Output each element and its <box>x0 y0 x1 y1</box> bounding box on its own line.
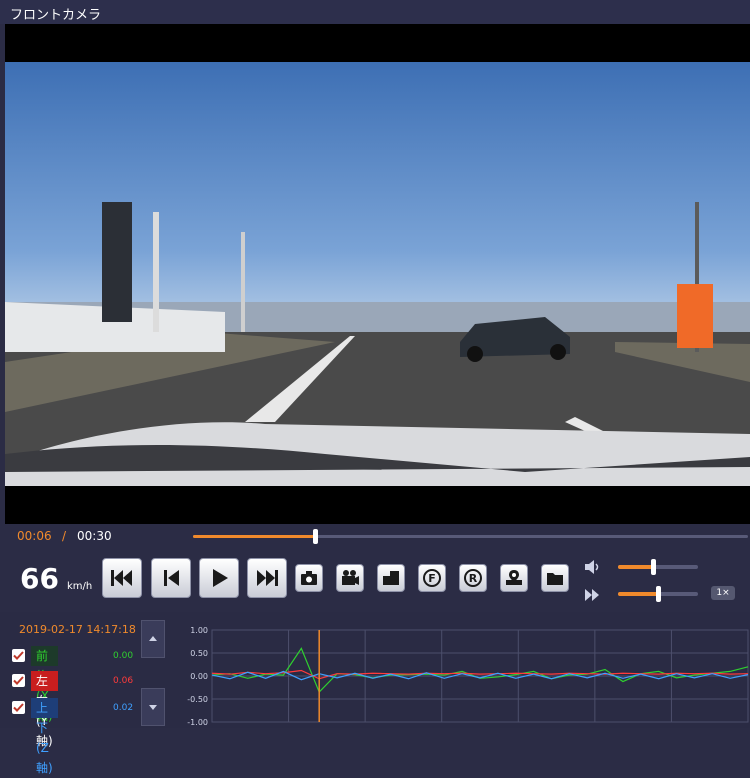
checkmark-icon <box>13 676 24 685</box>
total-time: 00:30 <box>77 529 112 543</box>
current-time: 00:06 <box>17 529 52 543</box>
speed-value: 66 <box>20 562 59 595</box>
checkmark-icon <box>13 703 24 712</box>
scroll-up-button[interactable] <box>141 620 165 658</box>
axis-y-label: 左右(Y軸) <box>31 671 58 748</box>
axis-z-label: 上下(Z軸) <box>31 698 58 775</box>
playback-speed-fill <box>618 592 658 596</box>
g-sensor-chart[interactable]: 1.00 0.50 0.00 -0.50 -1.00 <box>176 622 750 728</box>
speaker-icon[interactable] <box>584 560 602 574</box>
open-file-button[interactable] <box>377 564 405 592</box>
video-viewport[interactable] <box>5 24 750 524</box>
chevron-up-icon <box>149 636 157 641</box>
video-clip-button[interactable] <box>336 564 364 592</box>
fast-forward-icon[interactable] <box>584 588 602 602</box>
speed-unit: km/h <box>67 581 93 592</box>
previous-frame-button[interactable] <box>151 558 191 598</box>
checkmark-icon <box>13 651 24 660</box>
recording-timestamp: 2019-02-17 14:17:18 <box>19 623 136 636</box>
axis-x-label: 前後(X軸) <box>31 646 58 723</box>
camera-frame <box>5 62 750 486</box>
step-back-icon <box>164 570 179 586</box>
camera-icon <box>301 571 317 585</box>
rear-r-icon: R <box>464 569 482 587</box>
time-separator: / <box>62 529 67 543</box>
play-button[interactable] <box>199 558 239 598</box>
skip-to-end-button[interactable] <box>247 558 287 598</box>
window-title: フロントカメラ <box>10 8 102 23</box>
volume-fill <box>618 565 654 569</box>
folder-icon <box>547 573 563 585</box>
volume-slider[interactable] <box>618 559 698 575</box>
axis-z-checkbox[interactable] <box>12 701 25 714</box>
y-tick-label: 0.00 <box>190 672 208 681</box>
skip-end-icon <box>257 570 278 586</box>
axis-y-value: 0.06 <box>113 676 134 686</box>
play-icon <box>213 569 228 587</box>
playback-speed-slider[interactable] <box>618 586 698 602</box>
volume-handle[interactable] <box>651 559 657 575</box>
svg-text:F: F <box>428 572 436 585</box>
front-f-icon: F <box>423 569 441 587</box>
y-tick-label: 0.50 <box>190 649 208 658</box>
title-bar: フロントカメラ <box>0 0 750 24</box>
snapshot-button[interactable] <box>295 564 323 592</box>
map-pin-icon <box>506 570 522 585</box>
skip-start-icon <box>111 570 132 586</box>
chevron-down-icon <box>149 705 157 710</box>
axis-x-value: 0.00 <box>113 651 134 661</box>
g-sensor-panel: 2019-02-17 14:17:18 前後(X軸) 0.00 左右(Y軸) 0… <box>0 612 750 775</box>
seek-bar[interactable] <box>193 529 748 544</box>
timeline: 00:06 / 00:30 <box>0 524 750 548</box>
seek-handle[interactable] <box>313 529 319 544</box>
axis-x-checkbox[interactable] <box>12 649 25 662</box>
map-button[interactable] <box>500 564 528 592</box>
y-tick-label: -1.00 <box>187 718 208 727</box>
folder-button[interactable] <box>541 564 569 592</box>
y-tick-label: 1.00 <box>190 626 208 635</box>
video-camera-icon <box>342 570 359 585</box>
rear-camera-button[interactable]: R <box>459 564 487 592</box>
playback-rate-badge[interactable]: 1× <box>711 586 735 600</box>
playback-speed-handle[interactable] <box>656 586 661 602</box>
axis-z-value: 0.02 <box>113 703 134 713</box>
front-camera-button[interactable]: F <box>418 564 446 592</box>
seek-progress <box>193 535 316 538</box>
y-tick-label: -0.50 <box>187 695 208 704</box>
scroll-down-button[interactable] <box>141 688 165 726</box>
skip-to-start-button[interactable] <box>102 558 142 598</box>
svg-text:R: R <box>469 572 478 585</box>
open-folder-icon <box>383 571 399 585</box>
axis-y-checkbox[interactable] <box>12 674 25 687</box>
control-panel: 66 km/h F R 1× <box>0 548 750 612</box>
